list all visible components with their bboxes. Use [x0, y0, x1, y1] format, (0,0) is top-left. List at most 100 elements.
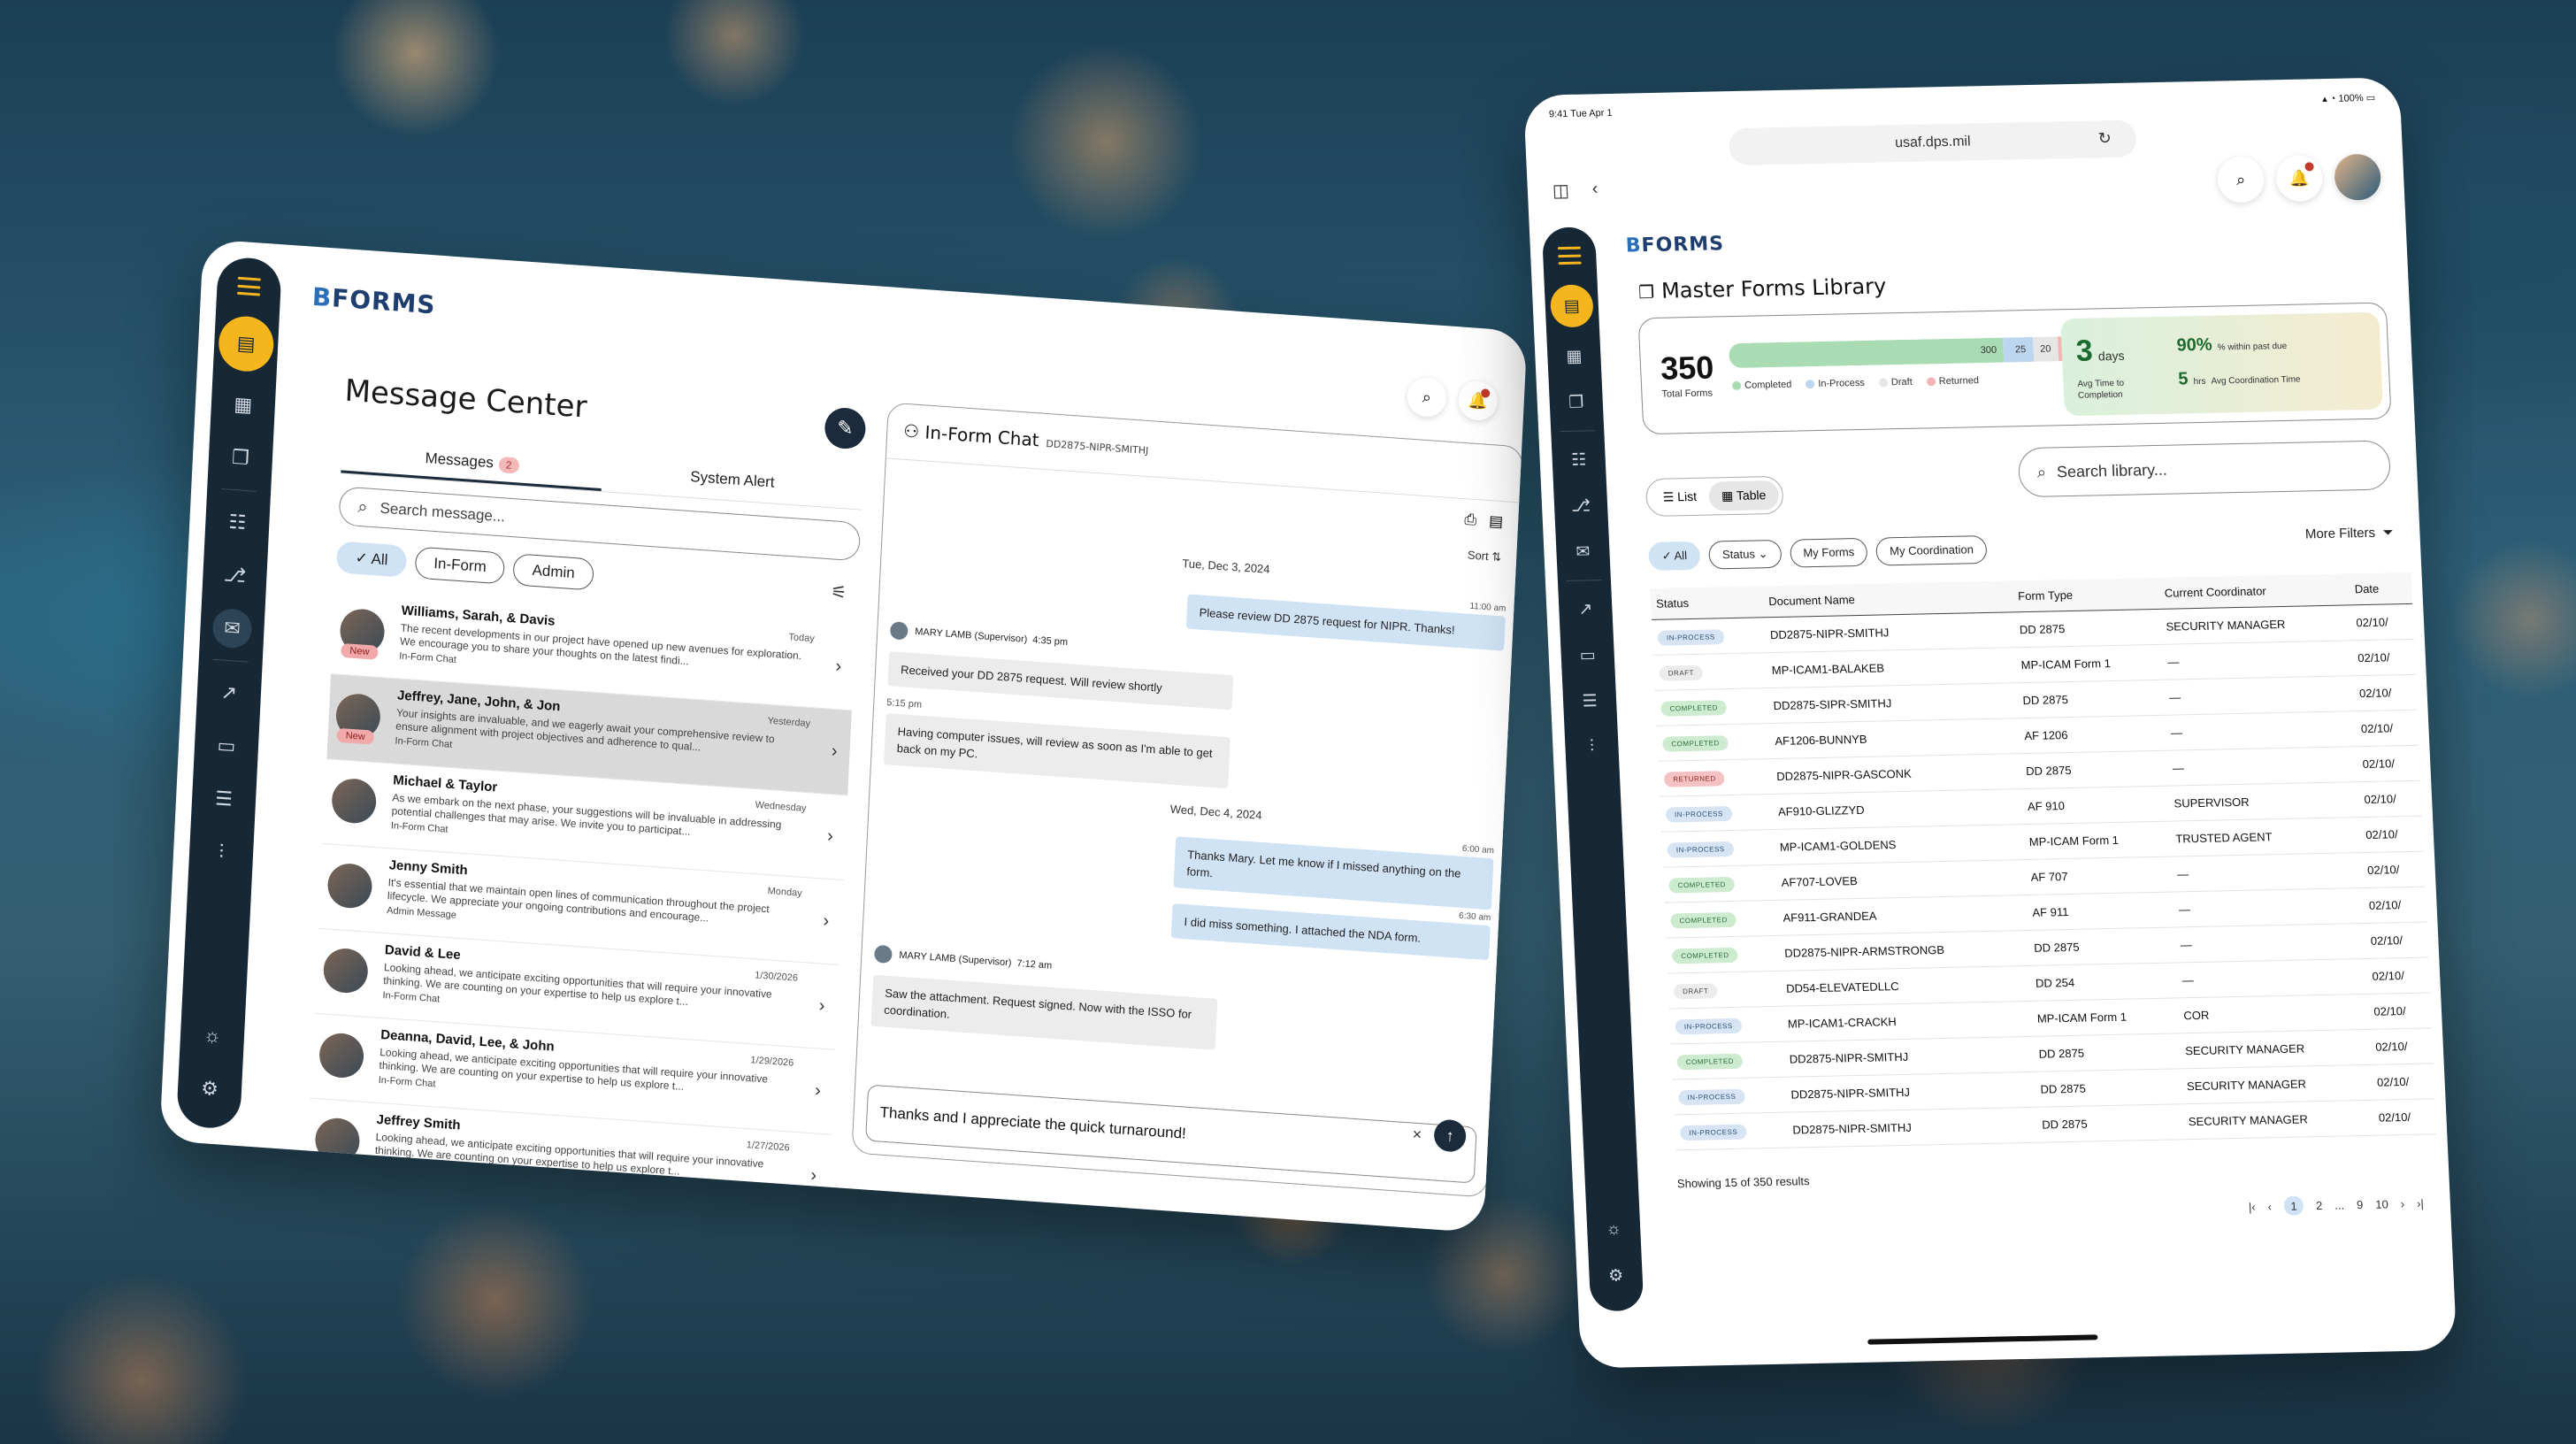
- forms-summary-card: 350 Total Forms 30025205 CompletedIn-Pro…: [1637, 302, 2392, 435]
- status-dropdown[interactable]: Status ⌄: [1708, 539, 1782, 570]
- workflow-icon[interactable]: ⎇: [1563, 488, 1598, 523]
- address-bar[interactable]: usaf.dps.mil ↻: [1728, 119, 2137, 166]
- list-icon[interactable]: ☰: [1572, 684, 1607, 718]
- page-title: Message Center: [343, 373, 588, 426]
- chip-in-form[interactable]: In-Form: [414, 546, 506, 585]
- pagination: |‹ ‹ 1 2... 9 10 › ›|: [2248, 1194, 2424, 1217]
- dashboard-icon[interactable]: ▦: [1557, 339, 1592, 373]
- bell-icon[interactable]: 🔔: [2274, 155, 2324, 203]
- chat-input[interactable]: Thanks and I appreciate the quick turnar…: [865, 1084, 1477, 1184]
- list-view-button[interactable]: ☰ List: [1650, 482, 1710, 512]
- date: 02/10/: [2371, 1063, 2435, 1101]
- document-icon[interactable]: ▭: [1570, 638, 1606, 672]
- coordinator: —: [2173, 887, 2365, 928]
- gear-icon[interactable]: ⚙: [189, 1068, 230, 1110]
- prev-page-icon[interactable]: ‹: [2267, 1200, 2272, 1213]
- menu-icon[interactable]: [1557, 246, 1582, 265]
- filter-icon[interactable]: ⚟: [831, 580, 847, 603]
- chip-all[interactable]: ✓ All: [1648, 541, 1701, 571]
- message-time: 6:00 am: [1461, 843, 1495, 856]
- column-header[interactable]: Document Name: [1762, 580, 2014, 618]
- total-forms: 350: [1660, 349, 1715, 387]
- form-type: AF 1206: [2018, 715, 2166, 754]
- settings-sliders-icon[interactable]: ⫶: [201, 831, 242, 872]
- legend-item: Completed: [1731, 380, 1792, 391]
- chip-my-coordination[interactable]: My Coordination: [1875, 535, 1988, 566]
- total-forms-label: Total Forms: [1661, 388, 1714, 400]
- team-icon[interactable]: ☷: [1561, 442, 1597, 477]
- chevron-right-icon: ›: [809, 1165, 817, 1186]
- chip-my-forms[interactable]: My Forms: [1789, 537, 1868, 568]
- document-name: AF707-LOVEB: [1775, 859, 2027, 901]
- bell-icon[interactable]: 🔔: [1457, 380, 1499, 422]
- chat-bubble-in: Having computer issues, will review as s…: [883, 713, 1230, 789]
- tab-messages[interactable]: Messages 2: [341, 434, 603, 492]
- date: 02/10/: [2369, 1027, 2434, 1065]
- last-page-icon[interactable]: ›|: [2417, 1196, 2424, 1210]
- document-name: AF1206-BUNNYB: [1768, 718, 2020, 759]
- document-name: DD2875-NIPR-SMITHJ: [1782, 1036, 2035, 1078]
- avatar: [322, 947, 369, 995]
- list-icon[interactable]: ☰: [203, 779, 244, 820]
- back-icon[interactable]: ‹: [1591, 179, 1598, 201]
- messages-icon[interactable]: ✉: [211, 607, 253, 649]
- date: 02/10/: [2356, 745, 2421, 782]
- sidebar-toggle-icon[interactable]: ◫: [1552, 180, 1569, 202]
- status-badge: IN-PROCESS: [1679, 1124, 1747, 1141]
- column-header[interactable]: Date: [2348, 572, 2413, 605]
- search-icon[interactable]: ⌕: [2216, 156, 2266, 204]
- document-name: MP-ICAM1-BALAKEB: [1765, 647, 2017, 688]
- chip-admin[interactable]: Admin: [512, 553, 594, 591]
- status-badge: IN-PROCESS: [1665, 805, 1733, 823]
- date: 02/10/: [2354, 710, 2419, 747]
- form-view-icon[interactable]: ▤: [1489, 512, 1504, 531]
- next-page-icon[interactable]: ›: [2400, 1197, 2404, 1210]
- document-name: DD2875-NIPR-SMITHJ: [1764, 611, 2015, 653]
- theme-icon[interactable]: ☼: [192, 1015, 233, 1056]
- search-icon[interactable]: ⌕: [1406, 376, 1447, 419]
- chip-all[interactable]: ✓ All: [335, 541, 408, 578]
- document-name: MP-ICAM1-GOLDENS: [1773, 824, 2025, 865]
- print-icon[interactable]: ⎙: [1464, 511, 1477, 529]
- unread-badge: 2: [498, 456, 519, 474]
- analytics-icon[interactable]: ↗: [1568, 592, 1604, 626]
- dashboard-icon[interactable]: ▦: [223, 384, 264, 426]
- chat-bubble-out: I did miss something. I attached the NDA…: [1170, 903, 1491, 961]
- table-view-button[interactable]: ▦ Table: [1708, 480, 1780, 511]
- gear-icon[interactable]: ⚙: [1598, 1258, 1634, 1293]
- library-icon[interactable]: ❐: [1559, 385, 1594, 419]
- workflow-icon[interactable]: ⎇: [214, 555, 255, 596]
- team-icon[interactable]: ☷: [217, 502, 257, 543]
- library-icon[interactable]: ❐: [220, 437, 261, 479]
- search-input[interactable]: ⌕ Search library...: [2017, 440, 2392, 498]
- sort-button[interactable]: Sort ⇅: [1467, 548, 1502, 565]
- document-name: DD2875-NIPR-GASCONK: [1770, 753, 2022, 795]
- page-number[interactable]: 2: [2316, 1198, 2323, 1211]
- page-number[interactable]: 1: [2283, 1195, 2304, 1216]
- reload-icon[interactable]: ↻: [2097, 129, 2112, 148]
- document-name: DD2875-NIPR-ARMSTRONGB: [1778, 930, 2030, 972]
- more-filters-button[interactable]: More Filters ⏷: [2304, 525, 2393, 542]
- kpi-days-label: Avg Time to Completion: [2077, 378, 2125, 401]
- avatar[interactable]: [2333, 153, 2382, 201]
- compose-button[interactable]: ✎: [824, 406, 867, 450]
- document-name: MP-ICAM1-CRACKH: [1782, 1001, 2033, 1042]
- page-number[interactable]: ...: [2334, 1198, 2345, 1211]
- forms-icon[interactable]: ▤: [217, 314, 275, 373]
- settings-sliders-icon[interactable]: ⫶: [1575, 730, 1610, 764]
- document-icon[interactable]: ▭: [206, 726, 247, 767]
- tab-system-alert[interactable]: System Alert: [602, 453, 863, 510]
- menu-icon[interactable]: [236, 276, 261, 296]
- theme-icon[interactable]: ☼: [1596, 1212, 1631, 1247]
- forms-icon[interactable]: ▤: [1549, 284, 1594, 328]
- column-header[interactable]: Status: [1650, 586, 1765, 620]
- column-header[interactable]: Form Type: [2012, 577, 2160, 612]
- close-icon[interactable]: ×: [1412, 1125, 1422, 1145]
- legend-item: In-Process: [1806, 378, 1865, 389]
- page-number[interactable]: 9: [2357, 1198, 2364, 1211]
- page-number[interactable]: 10: [2375, 1197, 2388, 1210]
- first-page-icon[interactable]: |‹: [2249, 1200, 2256, 1213]
- messages-icon[interactable]: ✉: [1566, 534, 1601, 569]
- column-header[interactable]: Current Coordinator: [2158, 573, 2350, 610]
- analytics-icon[interactable]: ↗: [209, 672, 249, 714]
